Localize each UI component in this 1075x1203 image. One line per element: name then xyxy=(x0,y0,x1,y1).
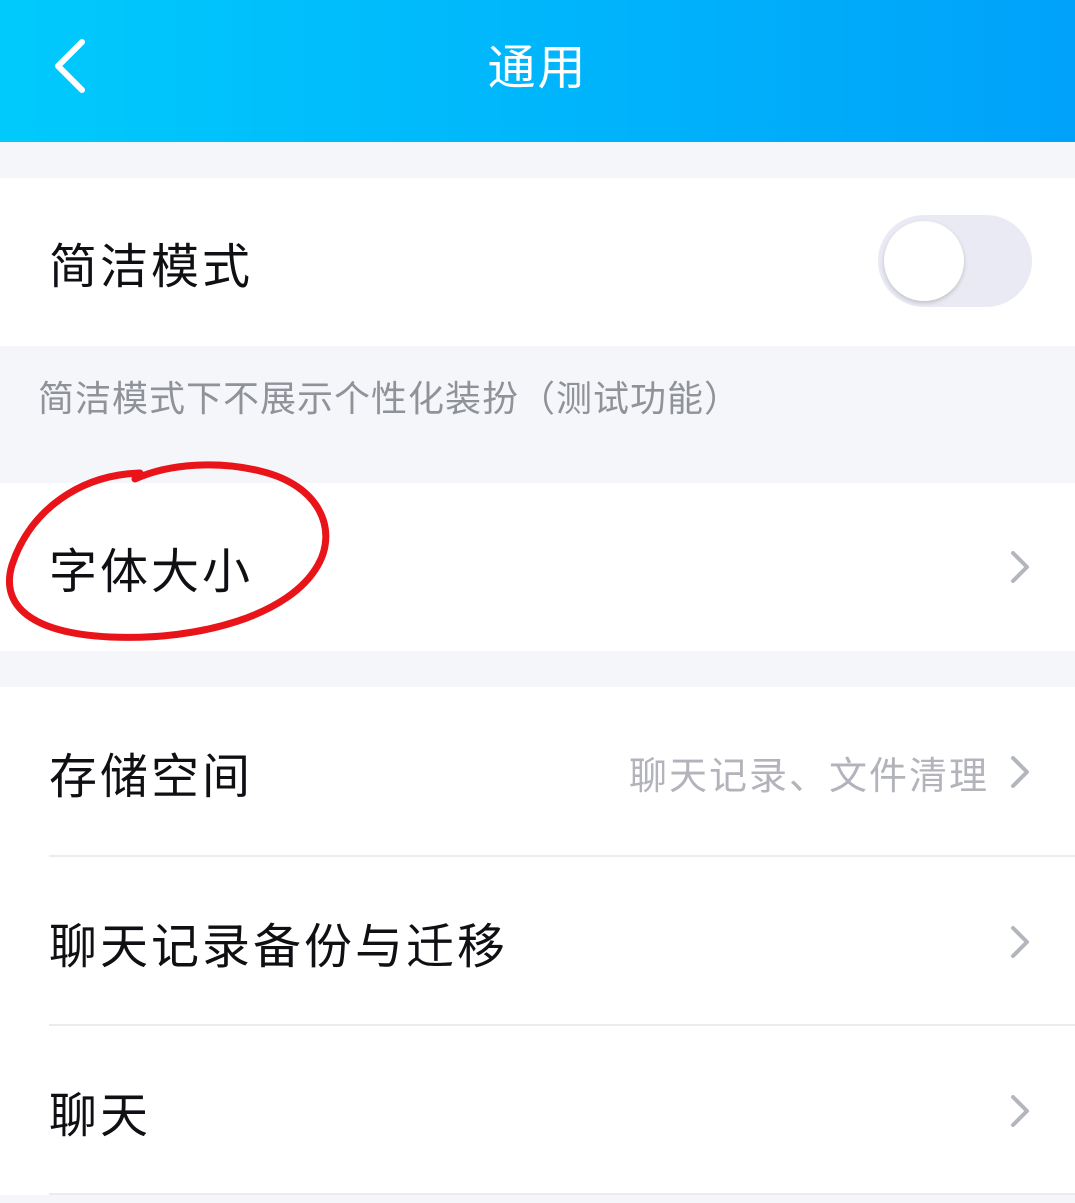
chat-backup-label: 聊天记录备份与迁移 xyxy=(49,918,509,975)
chevron-right-icon xyxy=(1011,925,1029,958)
storage-label: 存储空间 xyxy=(49,749,254,805)
page-title: 通用 xyxy=(487,40,588,96)
font-size-label: 字体大小 xyxy=(49,544,254,600)
chat-backup-row[interactable]: 聊天记录备份与迁移 xyxy=(0,857,1075,1026)
chat-label: 聊天 xyxy=(49,1087,152,1144)
simple-mode-note: 简洁模式下不展示个性化装扮（测试功能） xyxy=(38,379,742,420)
chevron-right-icon xyxy=(1011,1094,1029,1127)
toggle-knob xyxy=(884,221,964,301)
chevron-left-icon xyxy=(55,39,85,93)
chevron-right-icon xyxy=(1011,551,1029,583)
simple-mode-toggle[interactable] xyxy=(878,215,1032,307)
chat-row[interactable]: 聊天 xyxy=(0,1026,1075,1195)
chevron-right-icon xyxy=(1011,756,1029,788)
font-size-row[interactable]: 字体大小 xyxy=(0,483,1075,651)
simple-mode-label: 简洁模式 xyxy=(49,239,254,295)
back-button[interactable] xyxy=(30,26,110,106)
storage-row[interactable]: 存储空间 聊天记录、文件清理 xyxy=(0,687,1075,857)
storage-value: 聊天记录、文件清理 xyxy=(628,753,989,798)
row-divider xyxy=(49,1193,1075,1195)
top-nav-bar: 通用 xyxy=(0,0,1075,142)
